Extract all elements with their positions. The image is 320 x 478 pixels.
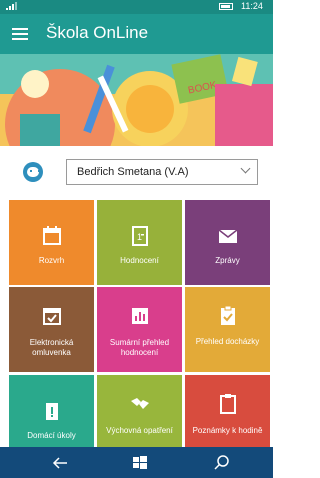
battery-icon	[219, 3, 233, 10]
tile-rozvrh[interactable]: Rozvrh	[9, 200, 94, 285]
banner-illustration: BOOK	[0, 54, 273, 146]
back-arrow-icon[interactable]	[49, 452, 71, 474]
tile-zpravy[interactable]: Zprávy	[185, 200, 270, 285]
tile-label: Elektronická omluvenka	[29, 338, 74, 357]
student-select[interactable]: Bedřich Smetana (V.A)	[66, 159, 258, 185]
title-bar: Škola OnLine	[0, 14, 273, 54]
clipboard-check-icon	[221, 305, 235, 325]
tile-label: Přehled docházky	[195, 337, 260, 346]
system-navigation-bar	[0, 447, 273, 478]
status-bar: 11:24	[0, 0, 273, 14]
grade-icon: 1	[132, 226, 148, 246]
hamburger-menu-icon[interactable]	[8, 22, 32, 46]
clipboard-icon	[220, 394, 236, 414]
search-icon[interactable]	[211, 452, 233, 474]
svg-text:1: 1	[137, 232, 142, 242]
calendar-icon	[43, 226, 61, 245]
student-select-value: Bedřich Smetana (V.A)	[77, 166, 189, 178]
tile-label: Domácí úkoly	[27, 431, 76, 440]
tile-label: Poznámky k hodině	[192, 426, 263, 435]
chevron-down-icon	[240, 163, 251, 174]
envelope-icon	[218, 229, 238, 243]
bar-chart-icon	[132, 308, 148, 324]
windows-start-icon[interactable]	[129, 452, 151, 474]
student-avatar-icon	[23, 162, 43, 182]
menu-tiles: Rozvrh 1 Hodnocení Zprávy Elektronická o…	[0, 198, 273, 460]
tile-label: Výchovná opatření	[106, 426, 173, 435]
app-title: Škola OnLine	[46, 23, 149, 42]
tile-prehled-dochazky[interactable]: Přehled docházky	[185, 287, 270, 372]
tile-hodnoceni[interactable]: 1 Hodnocení	[97, 200, 182, 285]
tile-label: Zprávy	[215, 256, 240, 265]
user-selector-row: Bedřich Smetana (V.A)	[0, 146, 273, 198]
tile-label: Sumární přehled hodnocení	[109, 338, 170, 357]
tile-sumarni-prehled[interactable]: Sumární přehled hodnocení	[97, 287, 182, 372]
calendar-check-icon	[43, 308, 61, 325]
tile-label: Rozvrh	[38, 256, 65, 265]
tile-elektronicka-omluvenka[interactable]: Elektronická omluvenka	[9, 287, 94, 372]
clock: 11:24	[241, 1, 263, 11]
signal-icon	[6, 2, 22, 12]
tile-label: Hodnocení	[120, 256, 159, 265]
homework-icon	[46, 403, 58, 420]
handshake-icon	[131, 398, 149, 409]
